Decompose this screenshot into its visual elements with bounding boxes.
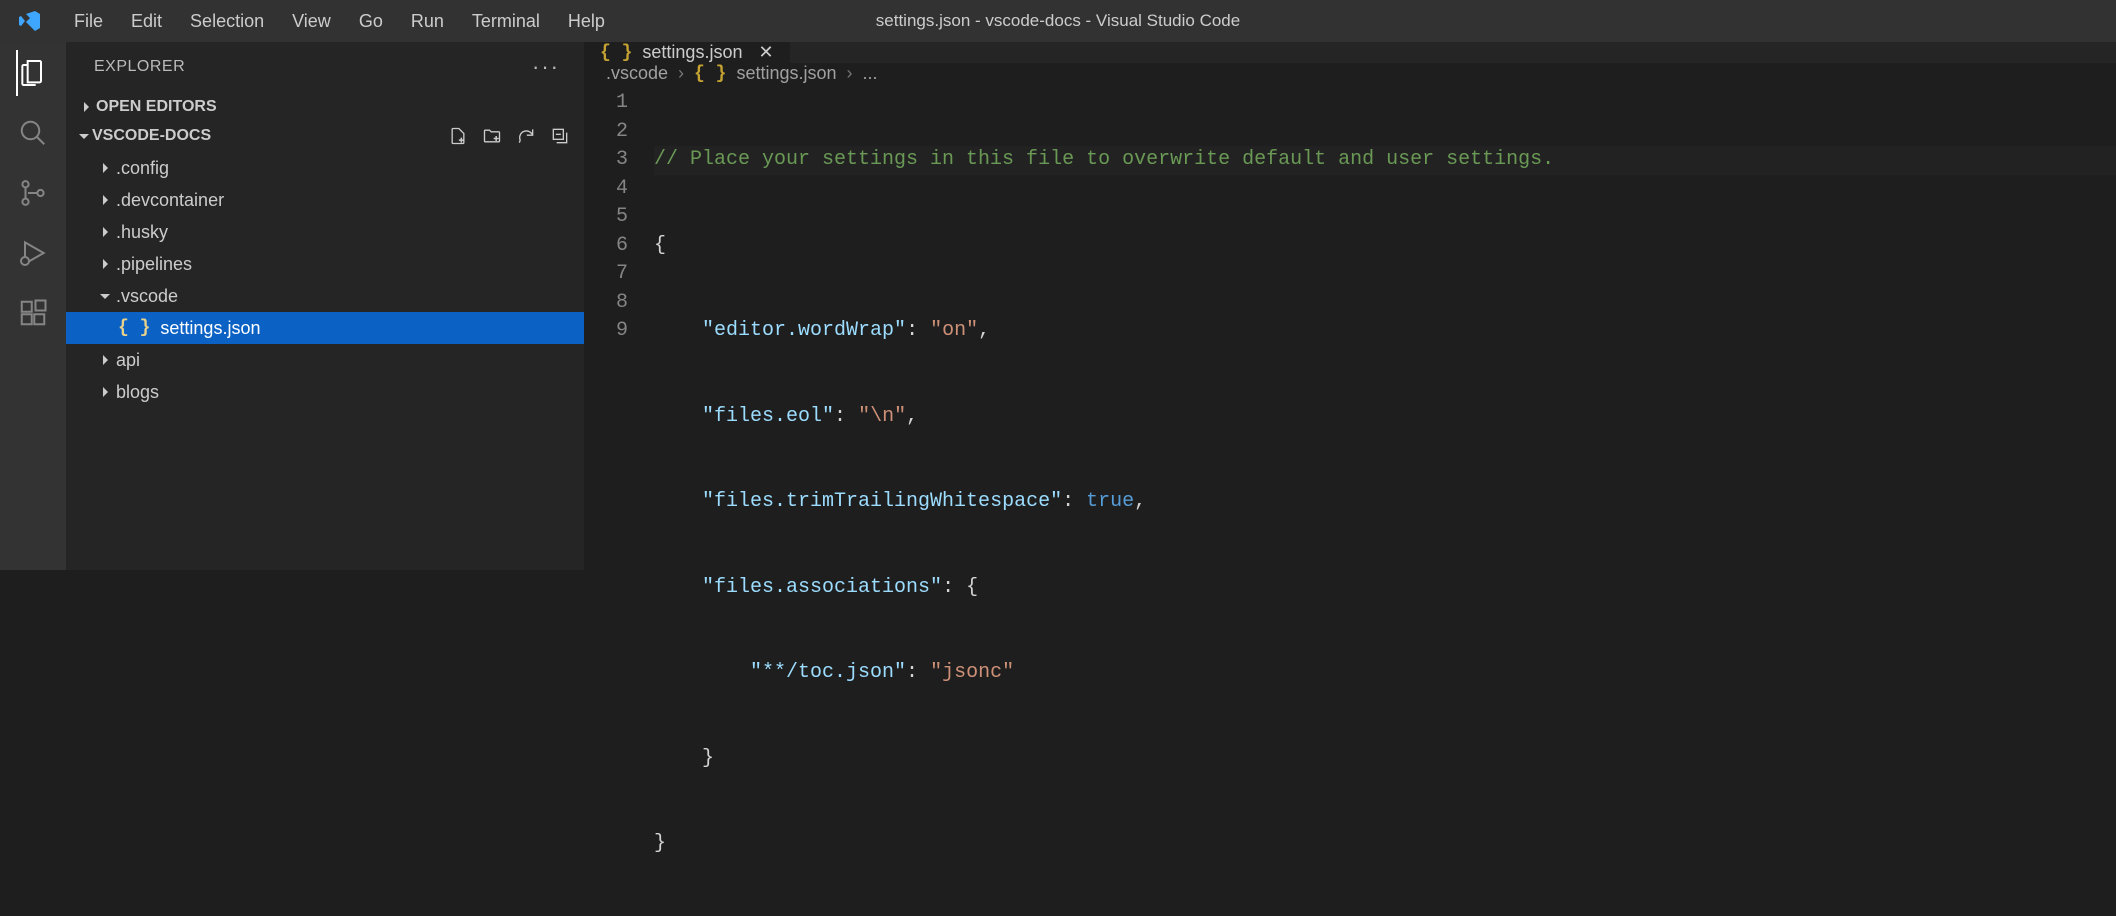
collapse-all-icon[interactable]: [550, 126, 570, 146]
file-tree: .config .devcontainer .husky .pipelines …: [66, 150, 584, 410]
breadcrumb-file[interactable]: settings.json: [736, 63, 836, 84]
tree-label: .pipelines: [116, 254, 192, 275]
sidebar-title: EXPLORER: [94, 58, 185, 76]
line-number: 2: [584, 118, 628, 147]
menu-bar: File Edit Selection View Go Run Terminal…: [60, 5, 619, 38]
menu-run[interactable]: Run: [397, 5, 458, 38]
run-debug-icon[interactable]: [16, 236, 50, 270]
chevron-right-icon: [94, 256, 116, 272]
gutter: 1 2 3 4 5 6 7 8 9: [584, 89, 654, 916]
menu-edit[interactable]: Edit: [117, 5, 176, 38]
menu-selection[interactable]: Selection: [176, 5, 278, 38]
code-token: }: [654, 747, 714, 770]
tree-label: blogs: [116, 382, 159, 403]
new-folder-icon[interactable]: [482, 126, 502, 146]
chevron-right-icon: [94, 192, 116, 208]
chevron-down-icon: [76, 128, 92, 144]
tree-label: .husky: [116, 222, 168, 243]
chevron-down-icon: [94, 288, 116, 304]
tree-folder[interactable]: .config: [66, 152, 584, 184]
tab-settings-json[interactable]: { } settings.json ✕: [584, 42, 791, 63]
json-file-icon: { }: [600, 43, 632, 63]
workspace-section[interactable]: VSCODE-DOCS: [66, 122, 584, 150]
chevron-right-icon: [94, 352, 116, 368]
line-number: 8: [584, 289, 628, 318]
code-editor[interactable]: 1 2 3 4 5 6 7 8 9 // Place your settings…: [584, 85, 2116, 916]
code-token: "files.associations": [702, 576, 942, 599]
vscode-logo-icon: [18, 9, 42, 33]
code-token: "files.eol": [702, 405, 834, 428]
line-number: 4: [584, 175, 628, 204]
chevron-right-icon: [94, 384, 116, 400]
tree-label: .devcontainer: [116, 190, 224, 211]
chevron-right-icon: [94, 160, 116, 176]
tree-folder-expanded[interactable]: .vscode: [66, 280, 584, 312]
breadcrumb-tail[interactable]: ...: [863, 63, 878, 84]
workspace-label: VSCODE-DOCS: [92, 127, 211, 145]
line-number: 6: [584, 232, 628, 261]
code-token: "editor.wordWrap": [702, 319, 906, 342]
tree-folder[interactable]: api: [66, 344, 584, 376]
breadcrumb-folder[interactable]: .vscode: [606, 63, 668, 84]
editor-area: { } settings.json ✕ .vscode › { } settin…: [584, 42, 2116, 570]
menu-view[interactable]: View: [278, 5, 345, 38]
code-token: "jsonc": [930, 661, 1014, 684]
code-token: "\n": [858, 405, 906, 428]
breadcrumb[interactable]: .vscode › { } settings.json › ...: [584, 63, 2116, 85]
chevron-right-icon: ›: [847, 63, 853, 84]
tree-folder[interactable]: blogs: [66, 376, 584, 408]
tree-label: api: [116, 350, 140, 371]
chevron-right-icon: ›: [678, 63, 684, 84]
tree-folder[interactable]: .devcontainer: [66, 184, 584, 216]
code-token: // Place your settings in this file to o…: [654, 148, 1554, 171]
tree-folder[interactable]: .pipelines: [66, 248, 584, 280]
code-token: {: [654, 234, 666, 257]
line-number: 9: [584, 317, 628, 346]
line-number: 7: [584, 260, 628, 289]
open-editors-label: OPEN EDITORS: [96, 98, 217, 116]
menu-terminal[interactable]: Terminal: [458, 5, 554, 38]
close-icon[interactable]: ✕: [758, 42, 773, 63]
tree-label: settings.json: [160, 318, 260, 339]
tree-file-selected[interactable]: { } settings.json: [66, 312, 584, 344]
new-file-icon[interactable]: [448, 126, 468, 146]
code-token: true: [1086, 490, 1134, 513]
json-file-icon: { }: [118, 318, 150, 338]
activity-bar: [0, 42, 66, 570]
menu-help[interactable]: Help: [554, 5, 619, 38]
open-editors-section[interactable]: OPEN EDITORS: [66, 92, 584, 122]
explorer-icon[interactable]: [16, 56, 50, 90]
code-token: "**/toc.json": [750, 661, 906, 684]
tree-folder[interactable]: .husky: [66, 216, 584, 248]
window-title: settings.json - vscode-docs - Visual Stu…: [876, 11, 1240, 31]
titlebar: File Edit Selection View Go Run Terminal…: [0, 0, 2116, 42]
tab-label: settings.json: [642, 42, 742, 63]
chevron-right-icon: [76, 99, 96, 115]
editor-tabs: { } settings.json ✕: [584, 42, 2116, 63]
sidebar: EXPLORER ··· OPEN EDITORS VSCODE-DOCS: [66, 42, 584, 570]
code-token: }: [654, 832, 666, 855]
code-token: "on": [930, 319, 978, 342]
line-number: 1: [584, 89, 628, 118]
menu-go[interactable]: Go: [345, 5, 397, 38]
tree-label: .vscode: [116, 286, 178, 307]
tree-label: .config: [116, 158, 169, 179]
sidebar-more-icon[interactable]: ···: [532, 54, 560, 80]
search-icon[interactable]: [16, 116, 50, 150]
refresh-icon[interactable]: [516, 126, 536, 146]
source-control-icon[interactable]: [16, 176, 50, 210]
json-file-icon: { }: [694, 64, 726, 84]
line-number: 3: [584, 146, 628, 175]
line-number: 5: [584, 203, 628, 232]
extensions-icon[interactable]: [16, 296, 50, 330]
code-token: "files.trimTrailingWhitespace": [702, 490, 1062, 513]
code-lines[interactable]: // Place your settings in this file to o…: [654, 89, 2116, 916]
menu-file[interactable]: File: [60, 5, 117, 38]
chevron-right-icon: [94, 224, 116, 240]
